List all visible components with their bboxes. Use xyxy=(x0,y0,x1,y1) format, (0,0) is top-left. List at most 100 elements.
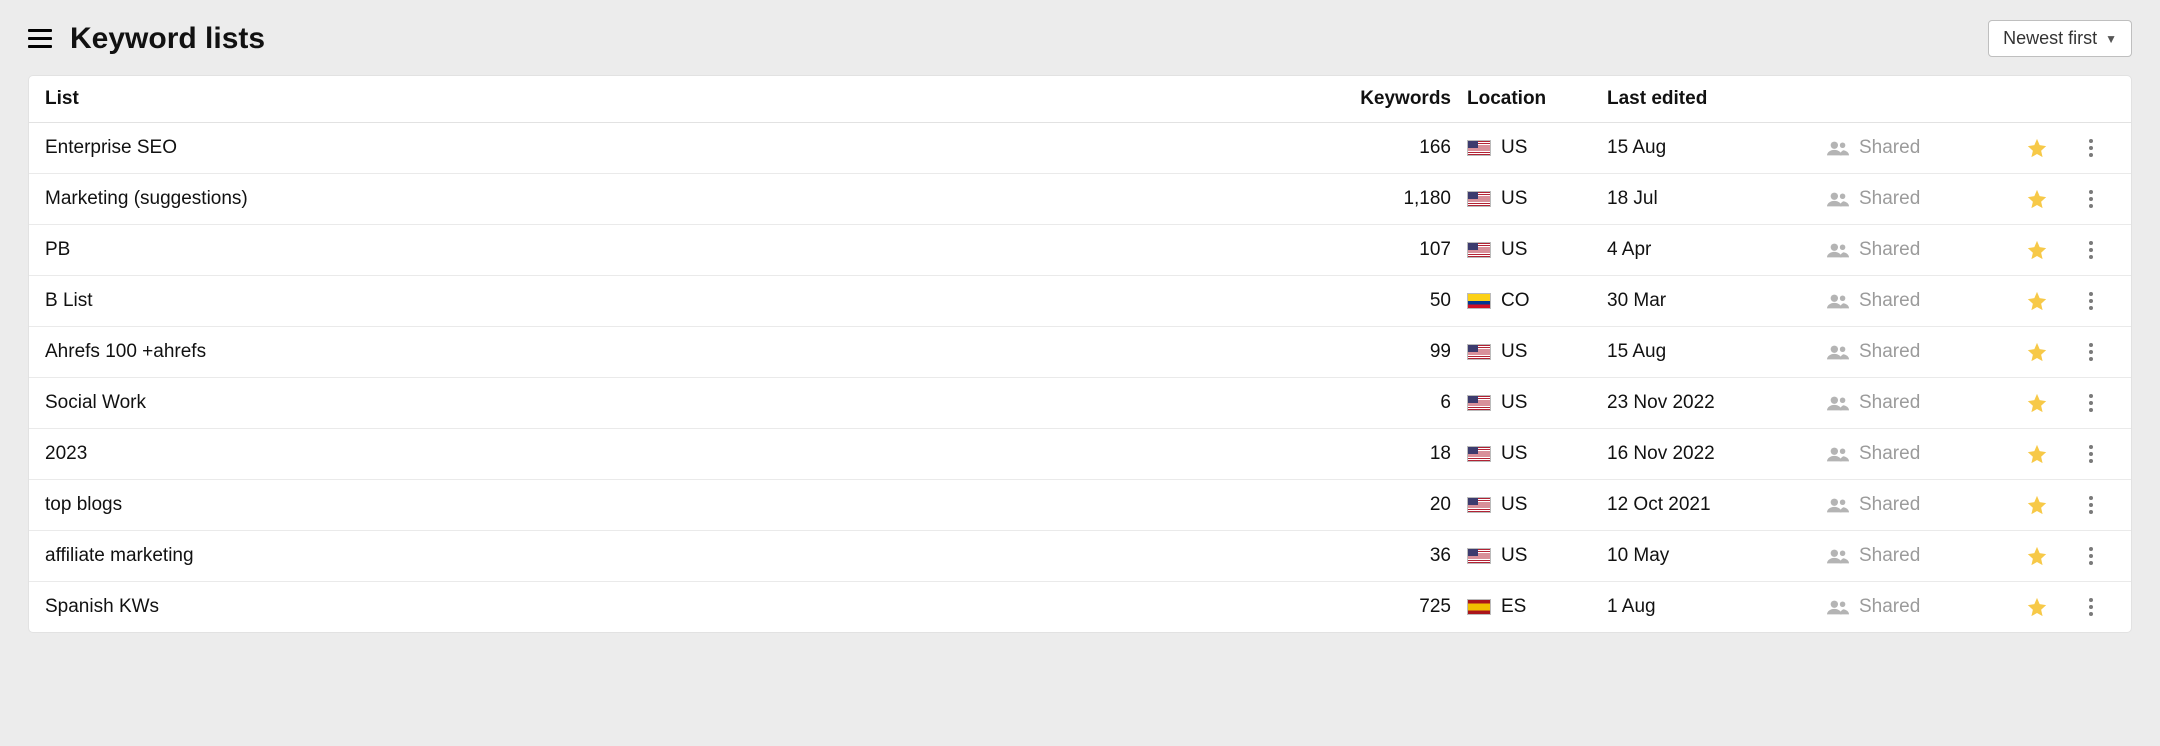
shared-label: Shared xyxy=(1859,239,1920,261)
cell-star xyxy=(2007,290,2067,312)
more-actions-icon[interactable] xyxy=(2085,135,2097,161)
cell-shared: Shared xyxy=(1827,188,2007,210)
star-icon[interactable] xyxy=(2026,341,2048,363)
header-left: Keyword lists xyxy=(28,22,265,56)
cell-star xyxy=(2007,443,2067,465)
col-last-edited: Last edited xyxy=(1607,88,1827,110)
shared-label: Shared xyxy=(1859,596,1920,618)
cell-keywords: 725 xyxy=(1347,596,1467,618)
star-icon[interactable] xyxy=(2026,545,2048,567)
country-code: US xyxy=(1501,443,1527,465)
shared-label: Shared xyxy=(1859,494,1920,516)
table-row: affiliate marketing36US10 MayShared xyxy=(29,531,2131,582)
star-icon[interactable] xyxy=(2026,290,2048,312)
cell-list-name: Spanish KWs xyxy=(45,596,1347,618)
country-code: US xyxy=(1501,239,1527,261)
more-actions-icon[interactable] xyxy=(2085,441,2097,467)
cell-list-name: Marketing (suggestions) xyxy=(45,188,1347,210)
cell-actions xyxy=(2067,135,2115,161)
star-icon[interactable] xyxy=(2026,392,2048,414)
list-link[interactable]: Spanish KWs xyxy=(45,596,159,617)
list-link[interactable]: Social Work xyxy=(45,392,146,413)
star-icon[interactable] xyxy=(2026,188,2048,210)
cell-keywords: 107 xyxy=(1347,239,1467,261)
cell-last-edited: 15 Aug xyxy=(1607,341,1827,363)
table-row: B List50CO30 MarShared xyxy=(29,276,2131,327)
flag-icon xyxy=(1467,191,1491,207)
list-link[interactable]: top blogs xyxy=(45,494,122,515)
list-link[interactable]: B List xyxy=(45,290,93,311)
keyword-lists-table: List Keywords Location Last edited Enter… xyxy=(28,75,2132,633)
people-icon xyxy=(1827,497,1849,513)
list-link[interactable]: 2023 xyxy=(45,443,87,464)
people-icon xyxy=(1827,599,1849,615)
table-row: top blogs20US12 Oct 2021Shared xyxy=(29,480,2131,531)
cell-star xyxy=(2007,596,2067,618)
cell-keywords: 166 xyxy=(1347,137,1467,159)
people-icon xyxy=(1827,395,1849,411)
shared-label: Shared xyxy=(1859,443,1920,465)
cell-last-edited: 16 Nov 2022 xyxy=(1607,443,1827,465)
cell-keywords: 50 xyxy=(1347,290,1467,312)
country-code: US xyxy=(1501,188,1527,210)
cell-star xyxy=(2007,239,2067,261)
shared-label: Shared xyxy=(1859,290,1920,312)
cell-list-name: PB xyxy=(45,239,1347,261)
cell-last-edited: 23 Nov 2022 xyxy=(1607,392,1827,414)
cell-keywords: 20 xyxy=(1347,494,1467,516)
cell-last-edited: 15 Aug xyxy=(1607,137,1827,159)
cell-shared: Shared xyxy=(1827,137,2007,159)
star-icon[interactable] xyxy=(2026,494,2048,516)
more-actions-icon[interactable] xyxy=(2085,186,2097,212)
col-list: List xyxy=(45,88,1347,110)
cell-list-name: 2023 xyxy=(45,443,1347,465)
cell-location: ES xyxy=(1467,596,1607,618)
flag-icon xyxy=(1467,497,1491,513)
country-code: US xyxy=(1501,137,1527,159)
cell-shared: Shared xyxy=(1827,239,2007,261)
people-icon xyxy=(1827,446,1849,462)
flag-icon xyxy=(1467,293,1491,309)
more-actions-icon[interactable] xyxy=(2085,594,2097,620)
flag-icon xyxy=(1467,344,1491,360)
col-keywords: Keywords xyxy=(1347,88,1467,110)
sort-dropdown[interactable]: Newest first ▼ xyxy=(1988,20,2132,57)
star-icon[interactable] xyxy=(2026,239,2048,261)
shared-label: Shared xyxy=(1859,188,1920,210)
more-actions-icon[interactable] xyxy=(2085,543,2097,569)
list-link[interactable]: Ahrefs 100 +ahrefs xyxy=(45,341,206,362)
cell-last-edited: 12 Oct 2021 xyxy=(1607,494,1827,516)
cell-shared: Shared xyxy=(1827,290,2007,312)
cell-keywords: 36 xyxy=(1347,545,1467,567)
list-link[interactable]: Enterprise SEO xyxy=(45,137,177,158)
cell-location: US xyxy=(1467,545,1607,567)
shared-label: Shared xyxy=(1859,392,1920,414)
list-link[interactable]: Marketing (suggestions) xyxy=(45,188,248,209)
cell-shared: Shared xyxy=(1827,494,2007,516)
more-actions-icon[interactable] xyxy=(2085,288,2097,314)
people-icon xyxy=(1827,344,1849,360)
cell-actions xyxy=(2067,390,2115,416)
country-code: ES xyxy=(1501,596,1526,618)
list-link[interactable]: affiliate marketing xyxy=(45,545,194,566)
flag-icon xyxy=(1467,395,1491,411)
cell-location: US xyxy=(1467,341,1607,363)
cell-last-edited: 18 Jul xyxy=(1607,188,1827,210)
cell-location: US xyxy=(1467,137,1607,159)
hamburger-menu-icon[interactable] xyxy=(28,27,52,51)
star-icon[interactable] xyxy=(2026,137,2048,159)
cell-keywords: 99 xyxy=(1347,341,1467,363)
caret-down-icon: ▼ xyxy=(2105,32,2117,46)
cell-actions xyxy=(2067,186,2115,212)
star-icon[interactable] xyxy=(2026,443,2048,465)
flag-icon xyxy=(1467,242,1491,258)
more-actions-icon[interactable] xyxy=(2085,492,2097,518)
more-actions-icon[interactable] xyxy=(2085,339,2097,365)
more-actions-icon[interactable] xyxy=(2085,390,2097,416)
more-actions-icon[interactable] xyxy=(2085,237,2097,263)
list-link[interactable]: PB xyxy=(45,239,70,260)
cell-list-name: top blogs xyxy=(45,494,1347,516)
star-icon[interactable] xyxy=(2026,596,2048,618)
col-location: Location xyxy=(1467,88,1607,110)
country-code: US xyxy=(1501,545,1527,567)
